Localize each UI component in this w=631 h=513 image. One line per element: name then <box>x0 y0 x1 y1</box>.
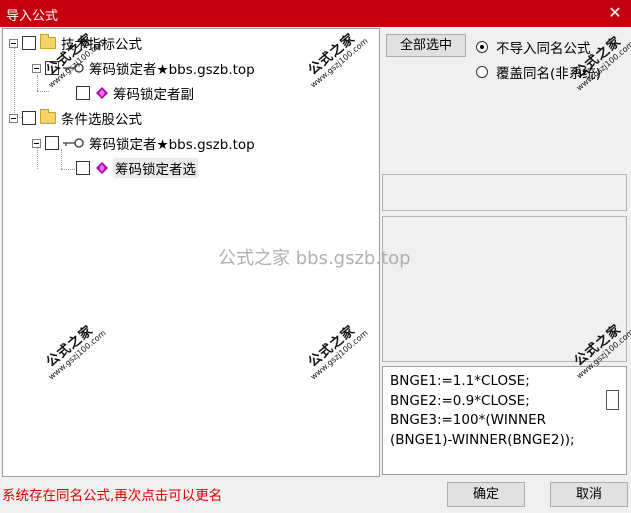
node-checkbox[interactable] <box>22 111 36 125</box>
tree-node-screening-folder[interactable]: 条件选股公式 <box>9 109 142 128</box>
radio-skip-duplicates[interactable]: 不导入同名公式 <box>476 37 591 57</box>
node-checkbox[interactable] <box>45 136 59 150</box>
watermark-stamp: 公式之家 www.gszj100.com <box>43 322 108 382</box>
center-watermark: 公式之家 bbs.gszb.top <box>218 248 411 269</box>
node-checkbox[interactable] <box>22 36 36 50</box>
collapse-icon[interactable] <box>9 113 18 123</box>
info-field <box>382 174 627 211</box>
cancel-button[interactable]: 取消 <box>550 482 628 507</box>
formula-preview: BNGE1:=1.1*CLOSE; BNGE2:=0.9*CLOSE; BNGE… <box>382 366 627 475</box>
radio-unselected-icon[interactable] <box>476 66 488 78</box>
description-panel <box>382 216 627 362</box>
status-message: 系统存在同名公式,再次点击可以更名 <box>2 488 223 504</box>
collapse-icon[interactable] <box>32 138 41 148</box>
tree-node-technical-formula-item[interactable]: 筹码锁定者副 <box>58 84 194 103</box>
collapse-icon[interactable] <box>9 38 18 48</box>
close-icon[interactable]: ✕ <box>606 2 624 24</box>
node-label: 筹码锁定者副 <box>113 87 194 103</box>
node-label: 筹码锁定者★bbs.gszb.top <box>89 62 255 78</box>
title-bar: 导入公式 ✕ <box>0 0 631 27</box>
node-label: 条件选股公式 <box>61 112 142 128</box>
node-label: 筹码锁定者选 <box>113 158 198 178</box>
select-all-button[interactable]: 全部选中 <box>386 34 466 57</box>
radio-label: 不导入同名公式 <box>496 41 591 57</box>
node-label: 筹码锁定者★bbs.gszb.top <box>89 137 255 153</box>
formula-line: (BNGE1)-WINNER(BNGE2)); <box>390 431 575 448</box>
window-title: 导入公式 <box>6 9 59 24</box>
folder-icon <box>40 109 56 124</box>
formula-line: BNGE3:=100*(WINNER <box>390 412 547 428</box>
formula-gem-icon <box>96 87 108 99</box>
node-checkbox[interactable] <box>76 86 90 100</box>
formula-line: BNGE2:=0.9*CLOSE; <box>390 392 530 409</box>
scrollbar[interactable] <box>606 390 619 410</box>
formula-gem-icon <box>96 162 108 174</box>
folder-icon <box>40 34 56 49</box>
tree-connector <box>14 47 15 117</box>
tree-node-screening-formula-item[interactable]: 筹码锁定者选 <box>58 158 198 178</box>
radio-selected-icon[interactable] <box>476 41 488 53</box>
ok-button[interactable]: 确定 <box>447 482 525 507</box>
watermark-stamp: 公式之家 www.gszj100.com <box>305 30 370 90</box>
tree-connector <box>37 75 38 91</box>
tree-node-screening-formula[interactable]: 筹码锁定者★bbs.gszb.top <box>32 134 255 153</box>
watermark-stamp: 公式之家 www.gszj100.com <box>305 322 370 382</box>
node-checkbox[interactable] <box>76 161 90 175</box>
key-icon <box>63 138 84 148</box>
tree-connector <box>37 91 49 92</box>
